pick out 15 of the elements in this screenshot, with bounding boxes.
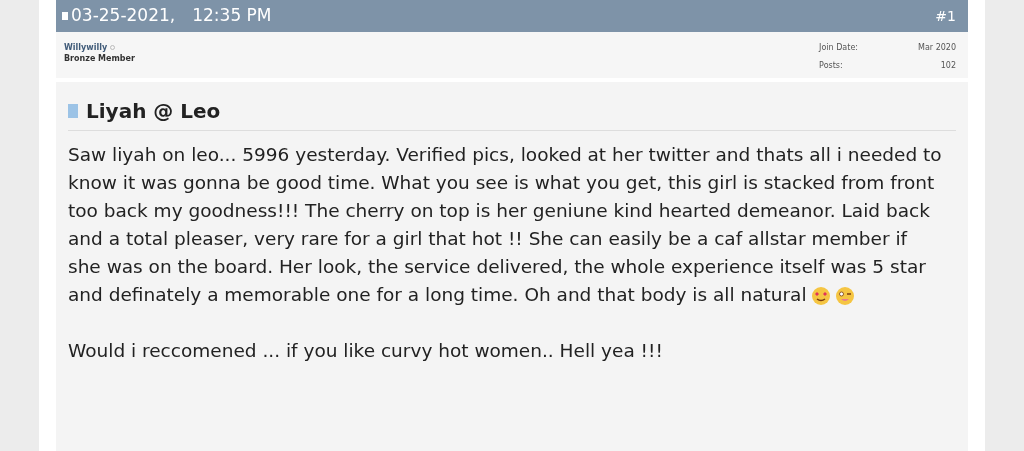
user-rank: Bronze Member [64, 53, 135, 64]
stat-value: Mar 2020 [918, 42, 956, 54]
username-link[interactable]: Willywilly [64, 42, 108, 53]
smiling-face-icon [810, 286, 831, 306]
document-icon [68, 104, 78, 118]
stat-label: Join Date: [819, 42, 858, 54]
stat-label: Posts: [819, 60, 844, 72]
post-paragraph: Saw liyah on leo... 5996 yesterday. Verified pics, looked at her twitter and thats all i needed to know it was gonna be good time. What you see is what you get, this girl is stacked from front too back my goodness!!! The cherry on top is her geniune kind hearted demeanor. Laid back and a total pleaser, very rare for a girl that hot !! She can easily be a caf allstar member if she was on the board. Her look, the service delivered, the whole experience itself was 5 star and definately a memorable one for a long time. Oh and that body is all natural [68, 143, 942, 308]
post-paragraph: Would i reccomened ... if you like curvy hot women.. Hell yea !!! [68, 339, 664, 363]
stat-value: 102 [939, 60, 956, 72]
post-time: 12:35 PM [192, 4, 272, 28]
post-title: Liyah @ Leo [86, 98, 221, 125]
post-date: 03-25-2021, [71, 4, 176, 28]
post-icon [62, 12, 68, 20]
winking-face-icon [834, 286, 855, 306]
